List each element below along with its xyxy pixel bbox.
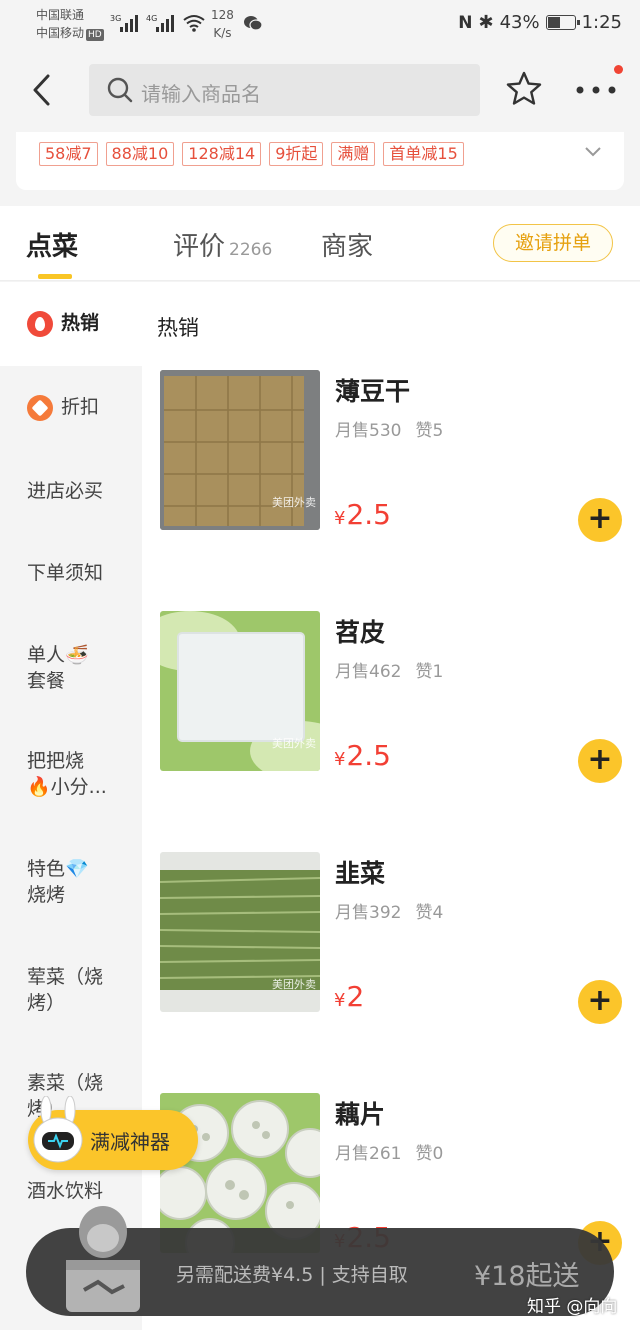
- sidebar-item-label: 进店必买: [27, 480, 104, 502]
- search-input[interactable]: 请输入商品名: [89, 64, 480, 116]
- discount-tag: 58减7: [39, 142, 98, 166]
- search-icon: [107, 77, 133, 103]
- minimum-order: ¥18起送: [474, 1261, 580, 1292]
- net-speed: 128 K/s: [211, 8, 234, 40]
- sidebar-item-notice[interactable]: 下单须知: [0, 560, 142, 586]
- item-price: ¥2: [334, 980, 365, 1013]
- add-to-cart-button[interactable]: +: [578, 980, 622, 1024]
- item-meta: 月售530 赞5: [335, 421, 444, 441]
- add-to-cart-button[interactable]: +: [578, 498, 622, 542]
- item-meta: 月售261 赞0: [335, 1144, 444, 1164]
- discount-tag: 满赠: [331, 142, 376, 166]
- source-watermark: 知乎 @向向: [527, 1297, 618, 1317]
- sidebar-item-special-bbq[interactable]: 特色💎 烧烤: [0, 856, 142, 908]
- item-image: 美团外卖: [160, 852, 320, 1012]
- chevron-down-icon[interactable]: [584, 144, 602, 158]
- category-sidebar: 热销 折扣 进店必买 下单须知 单人🍜 套餐 把把烧 🔥小分... 特色💎 烧烤 荤菜…: [0, 282, 142, 1330]
- sidebar-item-drinks[interactable]: 酒水饮料: [0, 1178, 142, 1204]
- battery-percent: 43%: [499, 12, 540, 33]
- item-price: ¥2.5: [334, 498, 391, 531]
- item-name: 藕片: [335, 1100, 386, 1129]
- sidebar-item-single-set[interactable]: 单人🍜 套餐: [0, 642, 142, 694]
- item-meta: 月售392 赞4: [335, 903, 444, 923]
- carrier-mobile: 中国移动: [36, 26, 85, 40]
- tab-shop[interactable]: 商家: [321, 226, 373, 263]
- image-watermark: 美团外卖: [272, 737, 316, 750]
- item-price: ¥2.5: [334, 739, 391, 772]
- clock: 1:25: [581, 12, 622, 33]
- discount-tag-icon: [27, 394, 53, 421]
- item-name: 薄豆干: [335, 377, 411, 406]
- item-image: 美团外卖: [160, 370, 320, 530]
- section-title: 热销: [157, 316, 199, 340]
- back-icon[interactable]: [28, 70, 58, 110]
- bluetooth-icon: ✱: [478, 12, 494, 33]
- delivery-fee-info: 另需配送费¥4.5 | 支持自取: [176, 1264, 408, 1286]
- item-name: 韭菜: [335, 859, 386, 888]
- item-meta: 月售462 赞1: [335, 662, 444, 682]
- wifi-icon: [183, 14, 205, 37]
- discount-tag: 9折起: [269, 142, 324, 166]
- invite-group-order-button[interactable]: 邀请拼单: [493, 224, 613, 262]
- sidebar-item-meat[interactable]: 荤菜（烧 烤）: [0, 964, 142, 1016]
- discount-tags: 58减7 88减10 128减14 9折起 满赠 首单减15: [39, 142, 464, 166]
- sidebar-item-discount[interactable]: 折扣: [0, 394, 142, 421]
- menu-item[interactable]: 美团外卖 薄豆干 月售530 赞5 ¥2.5 +: [142, 370, 640, 570]
- sidebar-item-label: 热销: [61, 312, 100, 334]
- promo-tool-button[interactable]: 满减神器: [28, 1096, 198, 1170]
- nfc-icon: N: [458, 12, 473, 33]
- tab-bar: 点菜 评价 2266 商家 邀请拼单: [0, 206, 640, 281]
- sidebar-item-hot[interactable]: 热销: [0, 282, 142, 366]
- delivery-rider-icon: [66, 1206, 140, 1312]
- flame-icon: [27, 310, 53, 337]
- image-watermark: 美团外卖: [272, 978, 316, 991]
- search-placeholder: 请输入商品名: [141, 82, 261, 106]
- signal-icon-2: [156, 14, 178, 32]
- item-image: 美团外卖: [160, 611, 320, 771]
- discount-card[interactable]: 58减7 88减10 128减14 9折起 满赠 首单减15: [16, 132, 624, 190]
- battery-icon: [545, 15, 580, 30]
- sidebar-item-label: 下单须知: [27, 562, 104, 584]
- carrier-info: 中国联通 中国移动 HD: [36, 6, 104, 42]
- image-watermark: 美团外卖: [272, 496, 316, 509]
- status-bar: 中国联通 中国移动 HD 3G 4G 128 K/s N ✱ 43% 1:25: [0, 0, 640, 52]
- sidebar-item-skewers[interactable]: 把把烧 🔥小分...: [0, 748, 142, 800]
- signal-icon: [120, 14, 142, 32]
- sidebar-item-label: 折扣: [61, 396, 100, 418]
- status-right: N ✱ 43% 1:25: [458, 12, 622, 33]
- top-nav: 请输入商品名: [0, 52, 640, 132]
- promo-tool-label: 满减神器: [90, 1130, 170, 1154]
- discount-tag: 88减10: [105, 142, 175, 166]
- tab-review[interactable]: 评价 2266: [173, 226, 272, 263]
- menu-item[interactable]: 美团外卖 韭菜 月售392 赞4 ¥2 +: [142, 852, 640, 1052]
- discount-tag: 128减14: [182, 142, 262, 166]
- wechat-icon: [244, 16, 262, 31]
- carrier-unicom: 中国联通: [36, 8, 85, 22]
- more-icon[interactable]: [574, 78, 618, 102]
- sidebar-item-must-buy[interactable]: 进店必买: [0, 478, 142, 504]
- menu-item[interactable]: 美团外卖 苕皮 月售462 赞1 ¥2.5 +: [142, 611, 640, 811]
- discount-tag: 首单减15: [383, 142, 464, 166]
- cart-bar[interactable]: 另需配送费¥4.5 | 支持自取 ¥18起送: [26, 1206, 614, 1316]
- sidebar-item-label: 酒水饮料: [27, 1180, 104, 1202]
- robot-mascot-icon: [33, 1096, 83, 1163]
- review-count: 2266: [229, 240, 273, 260]
- tab-order[interactable]: 点菜: [26, 226, 78, 279]
- add-to-cart-button[interactable]: +: [578, 739, 622, 783]
- notification-dot: [614, 65, 623, 74]
- menu-content: 热销 美团外卖 薄豆干 月售530 赞5 ¥2.5 + 美团外卖 苕皮 月售462…: [142, 282, 640, 1330]
- item-name: 苕皮: [335, 618, 386, 647]
- favorite-star-icon[interactable]: [505, 70, 543, 108]
- tab-review-label: 评价: [173, 232, 226, 262]
- hd-badge: HD: [86, 29, 104, 41]
